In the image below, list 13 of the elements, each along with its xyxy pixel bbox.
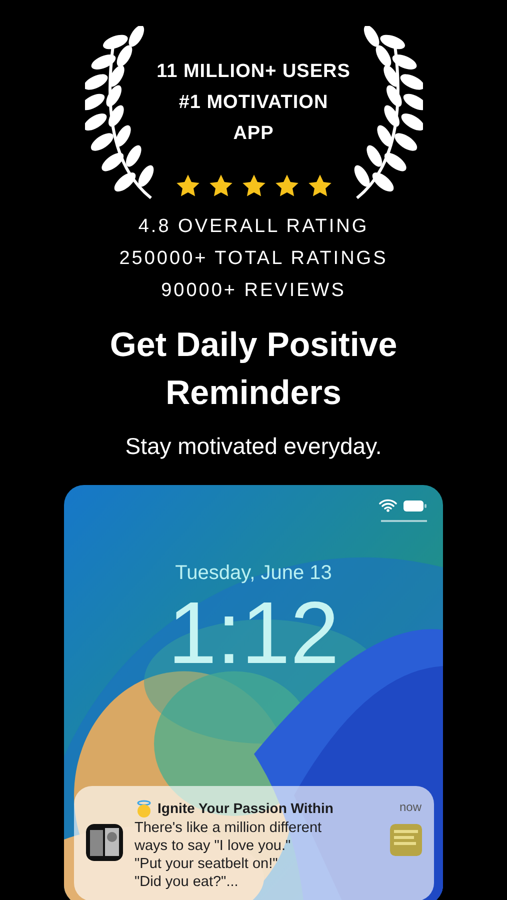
- award-text: #1 MOTIVATION: [178, 91, 328, 115]
- star-icon: [274, 173, 300, 199]
- award-text: 11 MILLION+ USERS: [156, 60, 350, 84]
- star-icon: [174, 173, 200, 199]
- star-icon: [208, 173, 234, 199]
- rating-stat: 90000+ REVIEWS: [161, 279, 346, 303]
- rating-stat: 4.8 OVERALL RATING: [138, 215, 369, 239]
- subtitle: Stay motivated everyday.: [125, 432, 382, 461]
- star-icon: [240, 173, 266, 199]
- award-text: APP: [233, 122, 274, 146]
- headline: Get Daily Positive Reminders: [108, 325, 398, 414]
- star-icon: [306, 173, 332, 199]
- rating-stat: 250000+ TOTAL RATINGS: [119, 247, 388, 271]
